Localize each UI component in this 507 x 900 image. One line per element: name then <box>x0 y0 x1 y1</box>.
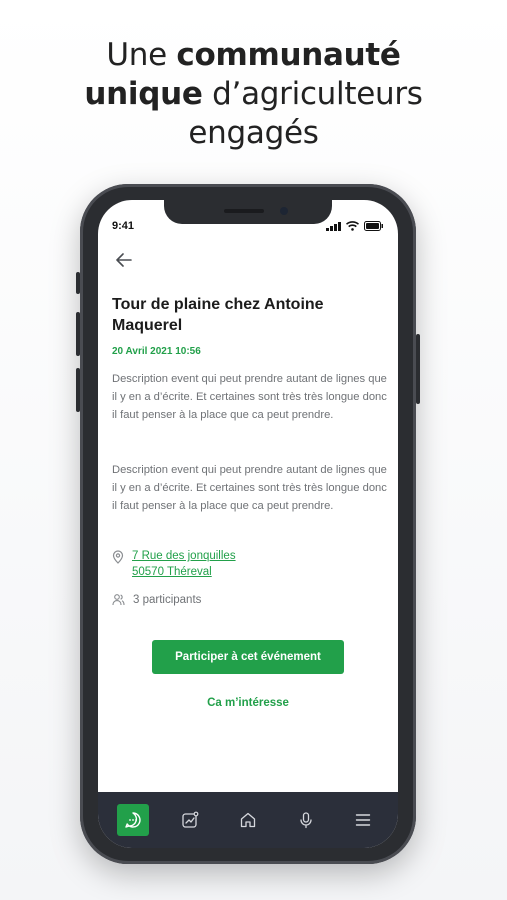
mute-switch <box>76 272 80 294</box>
tab-voice[interactable] <box>290 804 322 836</box>
wifi-icon <box>346 221 359 231</box>
arrow-left-icon <box>116 253 132 267</box>
headline-line1-prefix: Une <box>106 37 177 73</box>
address-row[interactable]: 7 Rue des jonquilles 50570 Théreval <box>112 548 236 580</box>
notch <box>164 200 332 224</box>
people-icon <box>112 594 125 606</box>
back-button[interactable] <box>112 248 136 272</box>
event-date: 20 Avril 2021 10:56 <box>112 346 201 357</box>
tab-chat[interactable] <box>116 804 149 836</box>
chat-icon <box>125 812 141 828</box>
event-description-2: Description event qui peut prendre autan… <box>112 464 387 513</box>
status-icons <box>326 221 384 231</box>
volume-up-button <box>76 312 80 356</box>
bottom-tab-bar <box>98 792 398 848</box>
headline-line2-rest: d’agriculteurs <box>202 76 423 112</box>
location-pin-icon <box>112 550 124 564</box>
headline-line1-bold: communauté <box>176 37 401 73</box>
phone-frame: 9:41 Tour de plaine chez Antoine Maquere… <box>76 184 420 864</box>
participants-row: 3 participants <box>112 592 201 608</box>
participate-button[interactable]: Participer à cet événement <box>152 640 344 674</box>
tab-menu[interactable] <box>347 804 379 836</box>
participants-count: 3 participants <box>133 594 202 606</box>
volume-down-button <box>76 368 80 412</box>
headline: Une communauté unique d’agriculteurs eng… <box>0 36 507 153</box>
home-icon <box>240 812 256 828</box>
address-line1[interactable]: 7 Rue des jonquilles <box>132 548 236 564</box>
phone-screen: 9:41 Tour de plaine chez Antoine Maquere… <box>98 200 398 848</box>
battery-icon <box>364 221 383 231</box>
headline-line3: engagés <box>188 115 319 151</box>
menu-icon <box>355 814 371 826</box>
interested-link[interactable]: Ca m’intéresse <box>98 697 398 709</box>
speaker <box>224 209 264 213</box>
tab-stats[interactable] <box>174 804 206 836</box>
camera <box>280 207 288 215</box>
status-time: 9:41 <box>112 220 135 232</box>
tab-home[interactable] <box>232 804 264 836</box>
event-title: Tour de plaine chez Antoine Maquerel <box>112 296 324 334</box>
address-line2[interactable]: 50570 Théreval <box>132 564 236 580</box>
power-button <box>416 334 420 404</box>
microphone-icon <box>299 812 312 829</box>
signal-icon <box>326 221 341 231</box>
headline-line2-bold: unique <box>84 76 203 112</box>
event-description-1: Description event qui peut prendre autan… <box>112 373 387 422</box>
chart-icon <box>182 811 199 828</box>
